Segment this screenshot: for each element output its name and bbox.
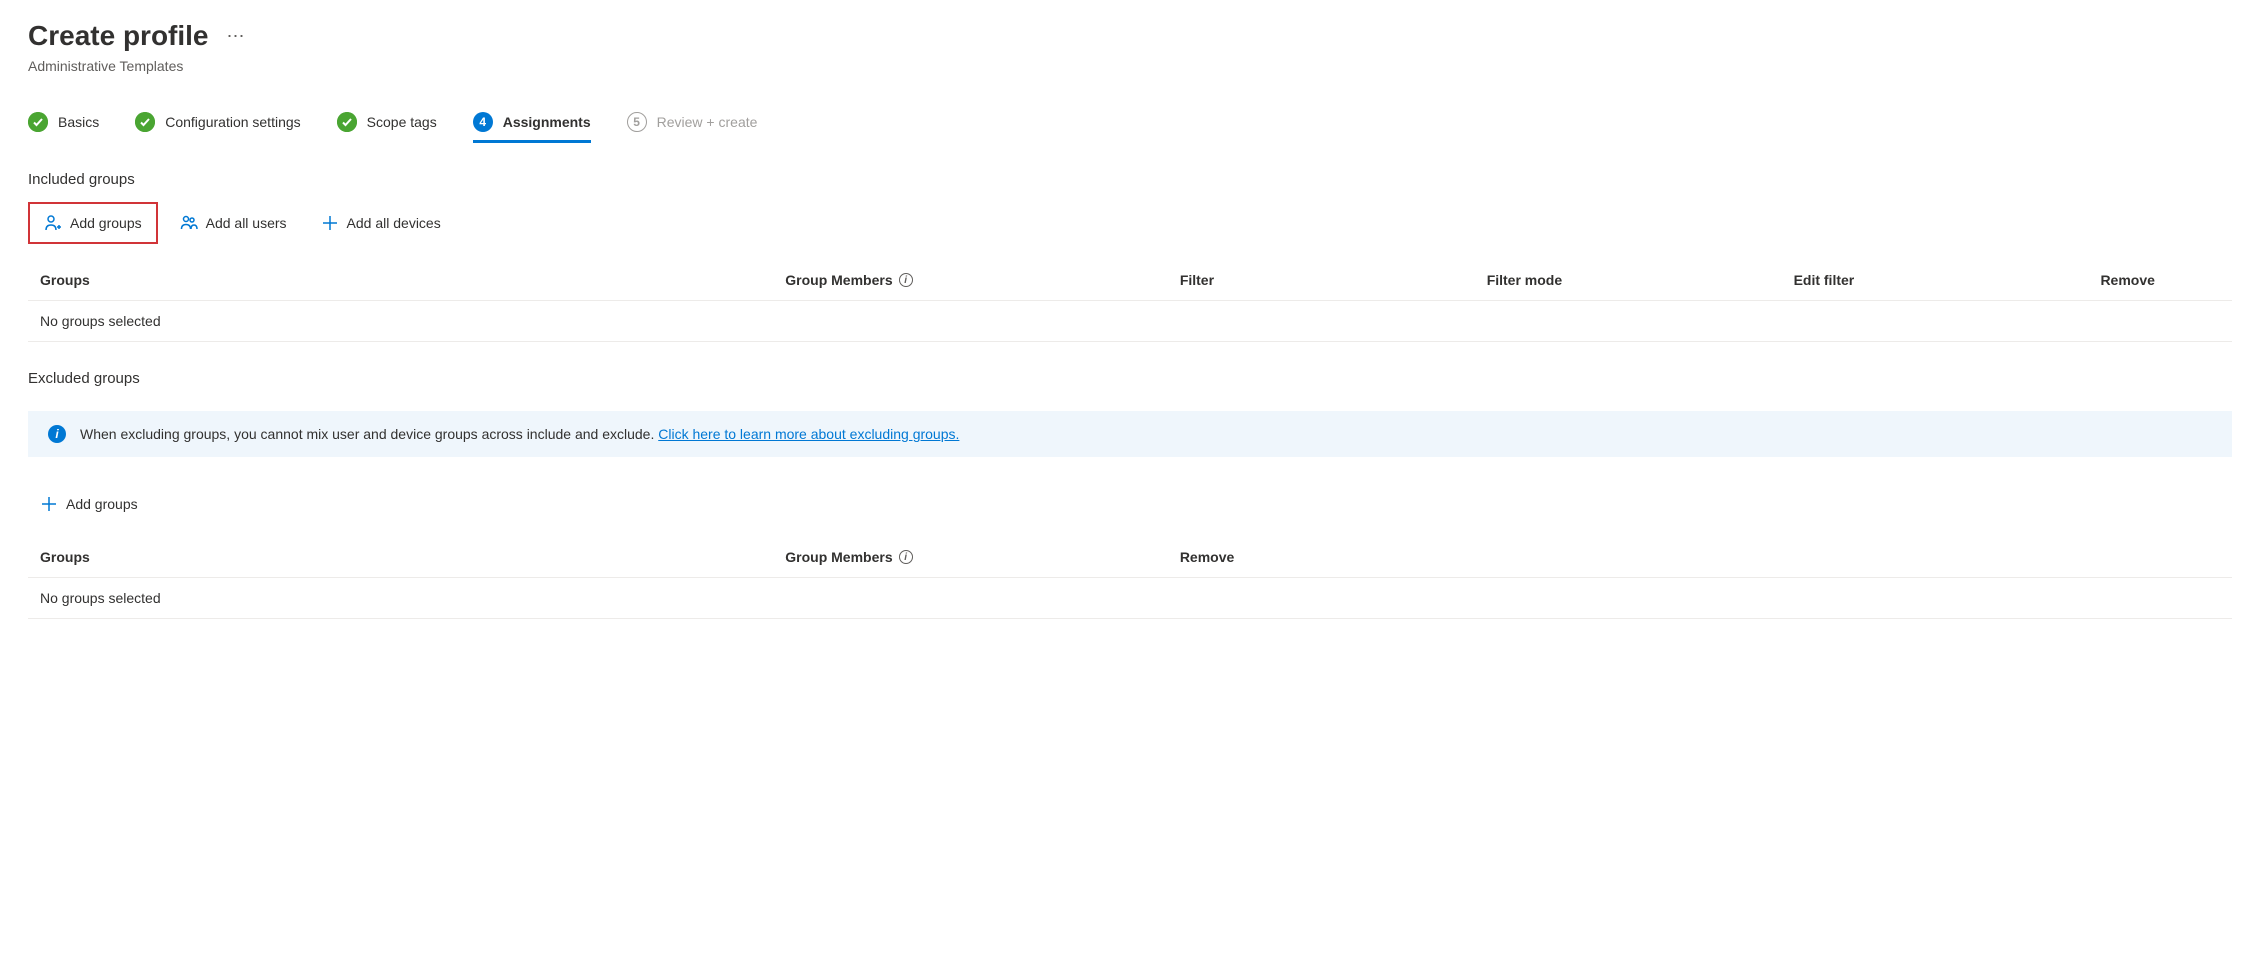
step-number-icon: 4 [473,112,493,132]
button-label: Add all users [206,215,287,231]
add-all-users-button[interactable]: Add all users [168,206,299,240]
table-empty-row: No groups selected [28,301,2232,342]
step-label: Assignments [503,114,591,130]
excluded-groups-table: Groups Group Members i Remove No groups … [28,539,2232,619]
included-groups-table: Groups Group Members i Filter Filter mod… [28,262,2232,342]
col-header-members: Group Members i [785,272,1180,288]
wizard-stepper: Basics Configuration settings Scope tags… [28,112,2232,143]
add-all-devices-button[interactable]: Add all devices [309,206,453,240]
col-header-edit-filter: Edit filter [1794,272,2101,288]
col-header-remove: Remove [1180,549,2232,565]
check-icon [135,112,155,132]
step-configuration-settings[interactable]: Configuration settings [135,112,300,143]
empty-message: No groups selected [40,313,785,329]
col-header-members-label: Group Members [785,549,892,565]
info-link-excluding-groups[interactable]: Click here to learn more about excluding… [658,426,959,442]
col-header-remove: Remove [2100,272,2232,288]
step-basics[interactable]: Basics [28,112,99,143]
button-label: Add all devices [347,215,441,231]
more-options-icon[interactable]: ⋯ [227,26,246,47]
page-subtitle: Administrative Templates [28,58,2232,74]
col-header-members: Group Members i [785,549,1180,565]
included-groups-section: Included groups Add groups Add all users… [28,171,2232,342]
col-header-groups: Groups [40,272,785,288]
included-actions-row: Add groups Add all users Add all devices [28,202,2232,244]
page-title: Create profile [28,20,209,52]
info-icon: i [48,425,66,443]
info-icon[interactable]: i [899,273,913,287]
excluded-groups-section: Excluded groups i When excluding groups,… [28,370,2232,619]
info-text: When excluding groups, you cannot mix us… [80,426,658,442]
col-header-filter: Filter [1180,272,1487,288]
col-header-filter-mode: Filter mode [1487,272,1794,288]
plus-icon [321,214,339,232]
step-label: Basics [58,114,99,130]
table-header-row: Groups Group Members i Filter Filter mod… [28,262,2232,301]
button-label: Add groups [66,496,138,512]
info-banner-text: When excluding groups, you cannot mix us… [80,426,959,442]
step-label: Scope tags [367,114,437,130]
included-groups-title: Included groups [28,171,2232,188]
col-header-groups: Groups [40,549,785,565]
step-assignments[interactable]: 4 Assignments [473,112,591,143]
check-icon [337,112,357,132]
table-empty-row: No groups selected [28,578,2232,619]
step-number-icon: 5 [627,112,647,132]
person-add-icon [44,214,62,232]
excluded-groups-title: Excluded groups [28,370,2232,387]
check-icon [28,112,48,132]
add-groups-button[interactable]: Add groups [28,202,158,244]
empty-message: No groups selected [40,590,785,606]
page-header: Create profile ⋯ Administrative Template… [28,20,2232,74]
step-review-create[interactable]: 5 Review + create [627,112,758,143]
step-label: Review + create [657,114,758,130]
info-icon[interactable]: i [899,550,913,564]
excluded-actions-row: Add groups [28,487,2232,521]
button-label: Add groups [70,215,142,231]
info-banner: i When excluding groups, you cannot mix … [28,411,2232,457]
col-header-members-label: Group Members [785,272,892,288]
plus-icon [40,495,58,513]
add-groups-excluded-button[interactable]: Add groups [28,487,150,521]
people-icon [180,214,198,232]
step-label: Configuration settings [165,114,300,130]
table-header-row: Groups Group Members i Remove [28,539,2232,578]
step-scope-tags[interactable]: Scope tags [337,112,437,143]
